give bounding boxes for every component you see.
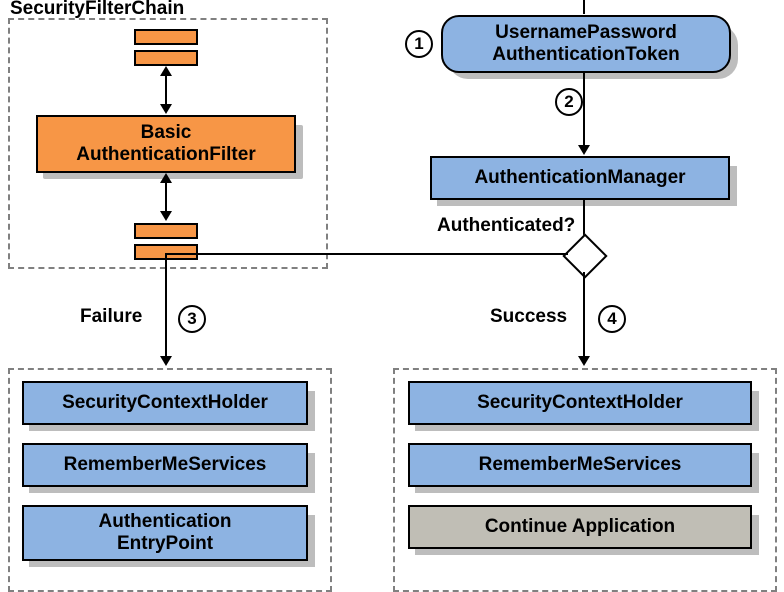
step-3-badge: 3: [178, 305, 206, 333]
text-succ-1: SecurityContextHolder: [477, 392, 683, 414]
box-succ-securitycontextholder: SecurityContextHolder: [408, 381, 752, 425]
box-fail-securitycontextholder: SecurityContextHolder: [22, 381, 308, 425]
text-succ-3: Continue Application: [485, 516, 675, 538]
text-fail-3: Authentication EntryPoint: [99, 511, 232, 555]
step-3-num: 3: [187, 309, 196, 329]
arrowhead-failure: [160, 356, 172, 366]
text-fail-1: SecurityContextHolder: [62, 392, 268, 414]
text-succ-2: RememberMeServices: [479, 454, 682, 476]
box-fail-authenticationentrypoint: Authentication EntryPoint: [22, 505, 308, 561]
box-succ-continue-application: Continue Application: [408, 505, 752, 549]
box-succ-remembermeservices: RememberMeServices: [408, 443, 752, 487]
label-failure: Failure: [80, 306, 142, 328]
box-fail-remembermeservices: RememberMeServices: [22, 443, 308, 487]
text-fail-2: RememberMeServices: [64, 454, 267, 476]
